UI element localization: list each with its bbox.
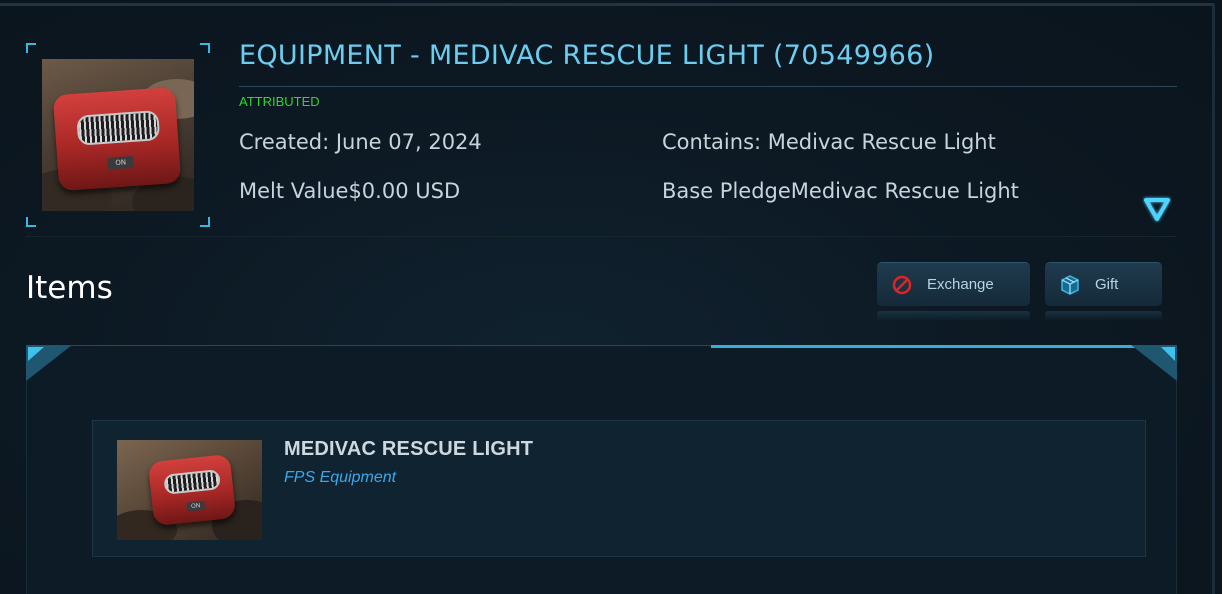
device-on-label: ON	[107, 155, 135, 170]
item-type: FPS Equipment	[284, 469, 397, 486]
top-divider	[0, 3, 1212, 6]
base-pledge-text: Base PledgeMedivac Rescue Light	[662, 179, 1019, 203]
triangle-down-icon[interactable]	[1142, 194, 1172, 224]
pledge-detail-page: ON EQUIPMENT - MEDIVAC RESCUE LIGHT (705…	[0, 0, 1222, 594]
corner-bracket	[26, 43, 36, 53]
panel-corner-left	[26, 345, 72, 381]
list-item[interactable]: ON MEDIVAC RESCUE LIGHT FPS Equipment	[92, 420, 1146, 557]
corner-bracket	[26, 217, 36, 227]
attributed-status: ATTRIBUTED	[239, 94, 320, 109]
pledge-thumbnail-frame: ON	[26, 43, 210, 227]
corner-bracket	[200, 217, 210, 227]
gift-label: Gift	[1095, 276, 1119, 293]
corner-bracket	[200, 43, 210, 53]
gift-box-icon	[1061, 274, 1079, 295]
no-entry-icon	[892, 275, 912, 294]
melt-value: Melt Value$0.00 USD	[239, 179, 461, 203]
button-reflection	[1045, 311, 1162, 321]
exchange-label: Exchange	[927, 276, 994, 293]
item-thumbnail: ON	[117, 440, 262, 540]
panel-corner-right	[1131, 345, 1177, 381]
pledge-thumbnail[interactable]: ON	[42, 59, 194, 211]
device-on-label: ON	[186, 500, 206, 512]
pledge-title: EQUIPMENT - MEDIVAC RESCUE LIGHT (705499…	[239, 40, 935, 71]
exchange-button[interactable]: Exchange	[877, 262, 1030, 321]
title-divider	[239, 86, 1177, 87]
item-name: MEDIVAC RESCUE LIGHT	[284, 438, 534, 460]
medivac-light-device-image: ON	[147, 453, 237, 527]
button-reflection	[877, 311, 1030, 321]
right-divider	[1212, 3, 1215, 594]
panel-top-accent	[711, 345, 1177, 348]
medivac-light-device-image: ON	[52, 86, 182, 192]
header-separator	[26, 236, 1176, 237]
created-date: Created: June 07, 2024	[239, 130, 482, 154]
items-heading: Items	[26, 270, 113, 306]
gift-button[interactable]: Gift	[1045, 262, 1162, 321]
contains-text: Contains: Medivac Rescue Light	[662, 130, 996, 154]
